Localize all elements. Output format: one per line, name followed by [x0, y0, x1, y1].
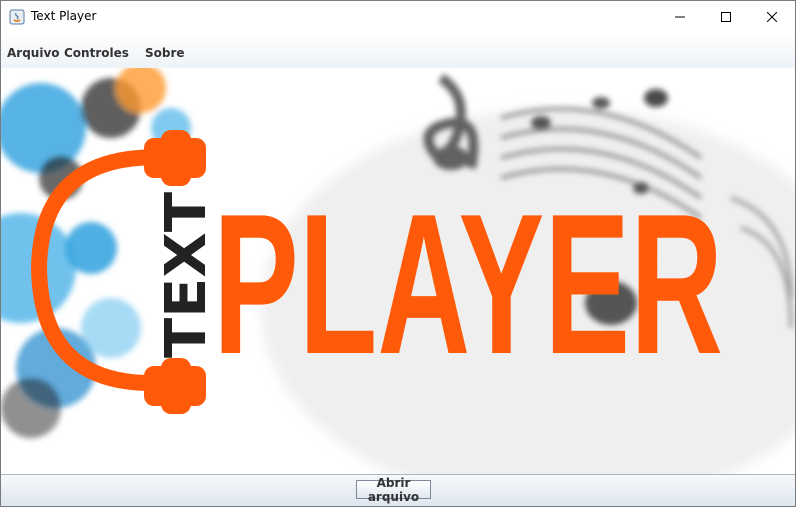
- maximize-button[interactable]: [703, 1, 749, 32]
- minimize-icon: [675, 16, 685, 17]
- open-file-button[interactable]: Abrir arquivo: [356, 476, 431, 504]
- title-bar[interactable]: Text Player: [1, 1, 795, 32]
- menu-controles[interactable]: Controles: [64, 46, 129, 60]
- close-button[interactable]: [749, 1, 795, 32]
- logo-panel: TEXT PLAYER: [1, 68, 795, 474]
- background-artwork: TEXT PLAYER: [1, 68, 795, 474]
- window-title: Text Player: [31, 9, 97, 23]
- bottom-bar: Abrir arquivo: [1, 474, 795, 506]
- menu-arquivo[interactable]: Arquivo: [7, 46, 60, 60]
- close-icon: [767, 11, 777, 22]
- logo-word-player: PLAYER: [213, 173, 723, 396]
- app-window: Text Player Arquivo Controles Sobre TEXT…: [0, 0, 796, 507]
- minimize-button[interactable]: [657, 1, 703, 32]
- java-app-icon: [9, 9, 25, 25]
- logo-word-text: TEXT: [154, 192, 219, 358]
- maximize-icon: [721, 11, 731, 22]
- menu-bar: Arquivo Controles Sobre: [1, 32, 795, 69]
- menu-sobre[interactable]: Sobre: [145, 46, 185, 60]
